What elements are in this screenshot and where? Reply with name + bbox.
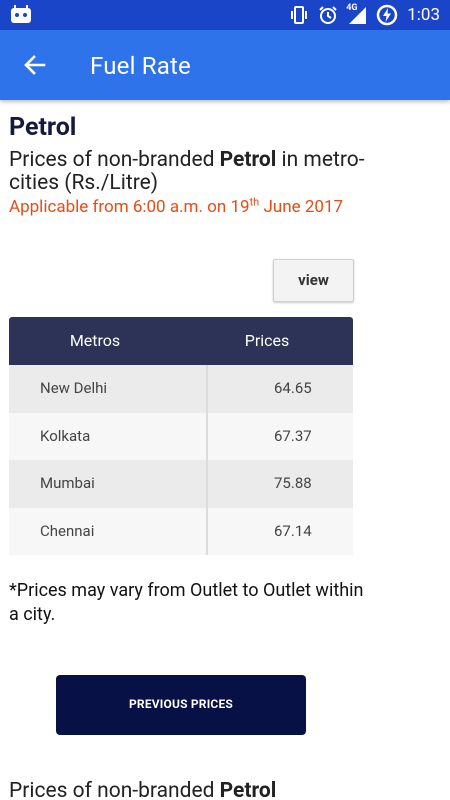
status-bar: 4G 1:03	[0, 0, 450, 30]
metro-cell: Chennai	[9, 507, 208, 555]
section-title: Petrol	[9, 113, 77, 142]
vibrate-icon	[289, 5, 309, 25]
header-metros: Metros	[69, 331, 121, 350]
signal-icon: 4G	[346, 3, 367, 25]
table-row: New Delhi 64.65	[9, 365, 353, 413]
arrow-back-icon[interactable]	[20, 50, 50, 80]
table-row: Chennai 67.14	[9, 507, 353, 555]
alarm-icon	[318, 5, 338, 25]
app-title: Fuel Rate	[90, 52, 191, 80]
applicable-post: June 2017	[259, 197, 344, 217]
metro-cell: New Delhi	[9, 365, 208, 413]
table-row: Mumbai 75.88	[9, 460, 353, 508]
next-subtitle-pre: Prices of non-branded	[9, 779, 220, 800]
subtitle-pre: Prices of non-branded	[9, 148, 220, 172]
battery-charging-icon	[376, 4, 398, 26]
price-table: Metros Prices New Delhi 64.65 Kolkata 67…	[9, 317, 353, 555]
subtitle-fuel: Petrol	[219, 148, 277, 172]
price-cell: 67.14	[274, 521, 312, 540]
price-cell: 64.65	[274, 379, 312, 397]
price-cell: 75.88	[274, 474, 312, 492]
next-subtitle-fuel: Petrol	[219, 779, 277, 800]
price-note: *Prices may vary from Outlet to Outlet w…	[9, 580, 364, 625]
metro-cell: Kolkata	[9, 412, 208, 460]
price-cell: 67.37	[274, 426, 312, 445]
network-type-label: 4G	[346, 3, 358, 13]
table-body: New Delhi 64.65 Kolkata 67.37 Mumbai 75.…	[9, 365, 353, 555]
notification-app-icon	[10, 5, 32, 25]
applicable-sup: th	[249, 195, 260, 209]
applicable-date: Applicable from 6:00 a.m. on 19th June 2…	[9, 196, 349, 218]
applicable-pre: Applicable from 6:00 a.m. on 19	[9, 197, 250, 217]
section-subtitle: Prices of non-branded Petrol in metro-ci…	[9, 149, 409, 195]
view-button[interactable]: view	[273, 259, 354, 302]
next-section-subtitle: Prices of non-branded Petrol	[9, 780, 409, 800]
metro-cell: Mumbai	[9, 460, 208, 508]
table-row: Kolkata 67.37	[9, 412, 353, 460]
header-prices: Prices	[244, 331, 290, 350]
table-header: Metros Prices	[9, 317, 353, 365]
app-bar: Fuel Rate	[0, 30, 450, 100]
status-time: 1:03	[407, 5, 440, 25]
previous-prices-button[interactable]: PREVIOUS PRICES	[56, 675, 306, 735]
